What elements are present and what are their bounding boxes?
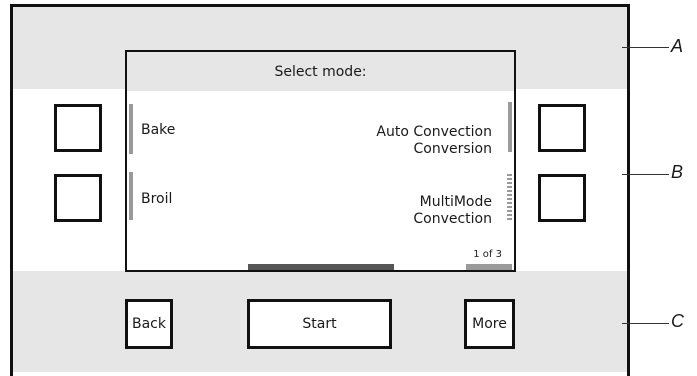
left-lower-soft-key[interactable]: [54, 174, 102, 222]
option-line: Convection: [413, 211, 492, 227]
option-multimode-convection[interactable]: MultiMode Convection: [413, 194, 492, 228]
left-upper-soft-key[interactable]: [54, 104, 102, 152]
option-bake[interactable]: Bake: [141, 122, 175, 139]
page-indicator-bar: [466, 264, 512, 270]
screen-title: Select mode:: [127, 52, 514, 91]
display-screen: Select mode: Bake Broil Auto Convection …: [125, 50, 516, 272]
option-marker-broil: [129, 172, 133, 220]
start-button[interactable]: Start: [247, 299, 392, 349]
page-progress-bar: [248, 264, 394, 270]
option-line: Auto Convection: [376, 124, 492, 140]
option-broil[interactable]: Broil: [141, 191, 172, 208]
back-button[interactable]: Back: [125, 299, 173, 349]
page-indicator: 1 of 3: [473, 249, 502, 260]
callout-b-line: [622, 174, 669, 175]
option-auto-convection-conversion[interactable]: Auto Convection Conversion: [376, 124, 492, 158]
option-marker-bake: [129, 104, 133, 154]
callout-a-line: [622, 47, 669, 48]
scroll-marker: [508, 102, 512, 152]
option-line: MultiMode: [419, 194, 492, 210]
option-line: Conversion: [413, 141, 493, 157]
scroll-track: [507, 174, 512, 222]
callout-a-label: A: [671, 36, 684, 56]
callout-c-line: [622, 323, 669, 324]
callout-c-label: C: [671, 311, 684, 331]
right-lower-soft-key[interactable]: [538, 174, 586, 222]
more-button[interactable]: More: [464, 299, 515, 349]
callout-b-label: B: [671, 162, 684, 182]
right-upper-soft-key[interactable]: [538, 104, 586, 152]
